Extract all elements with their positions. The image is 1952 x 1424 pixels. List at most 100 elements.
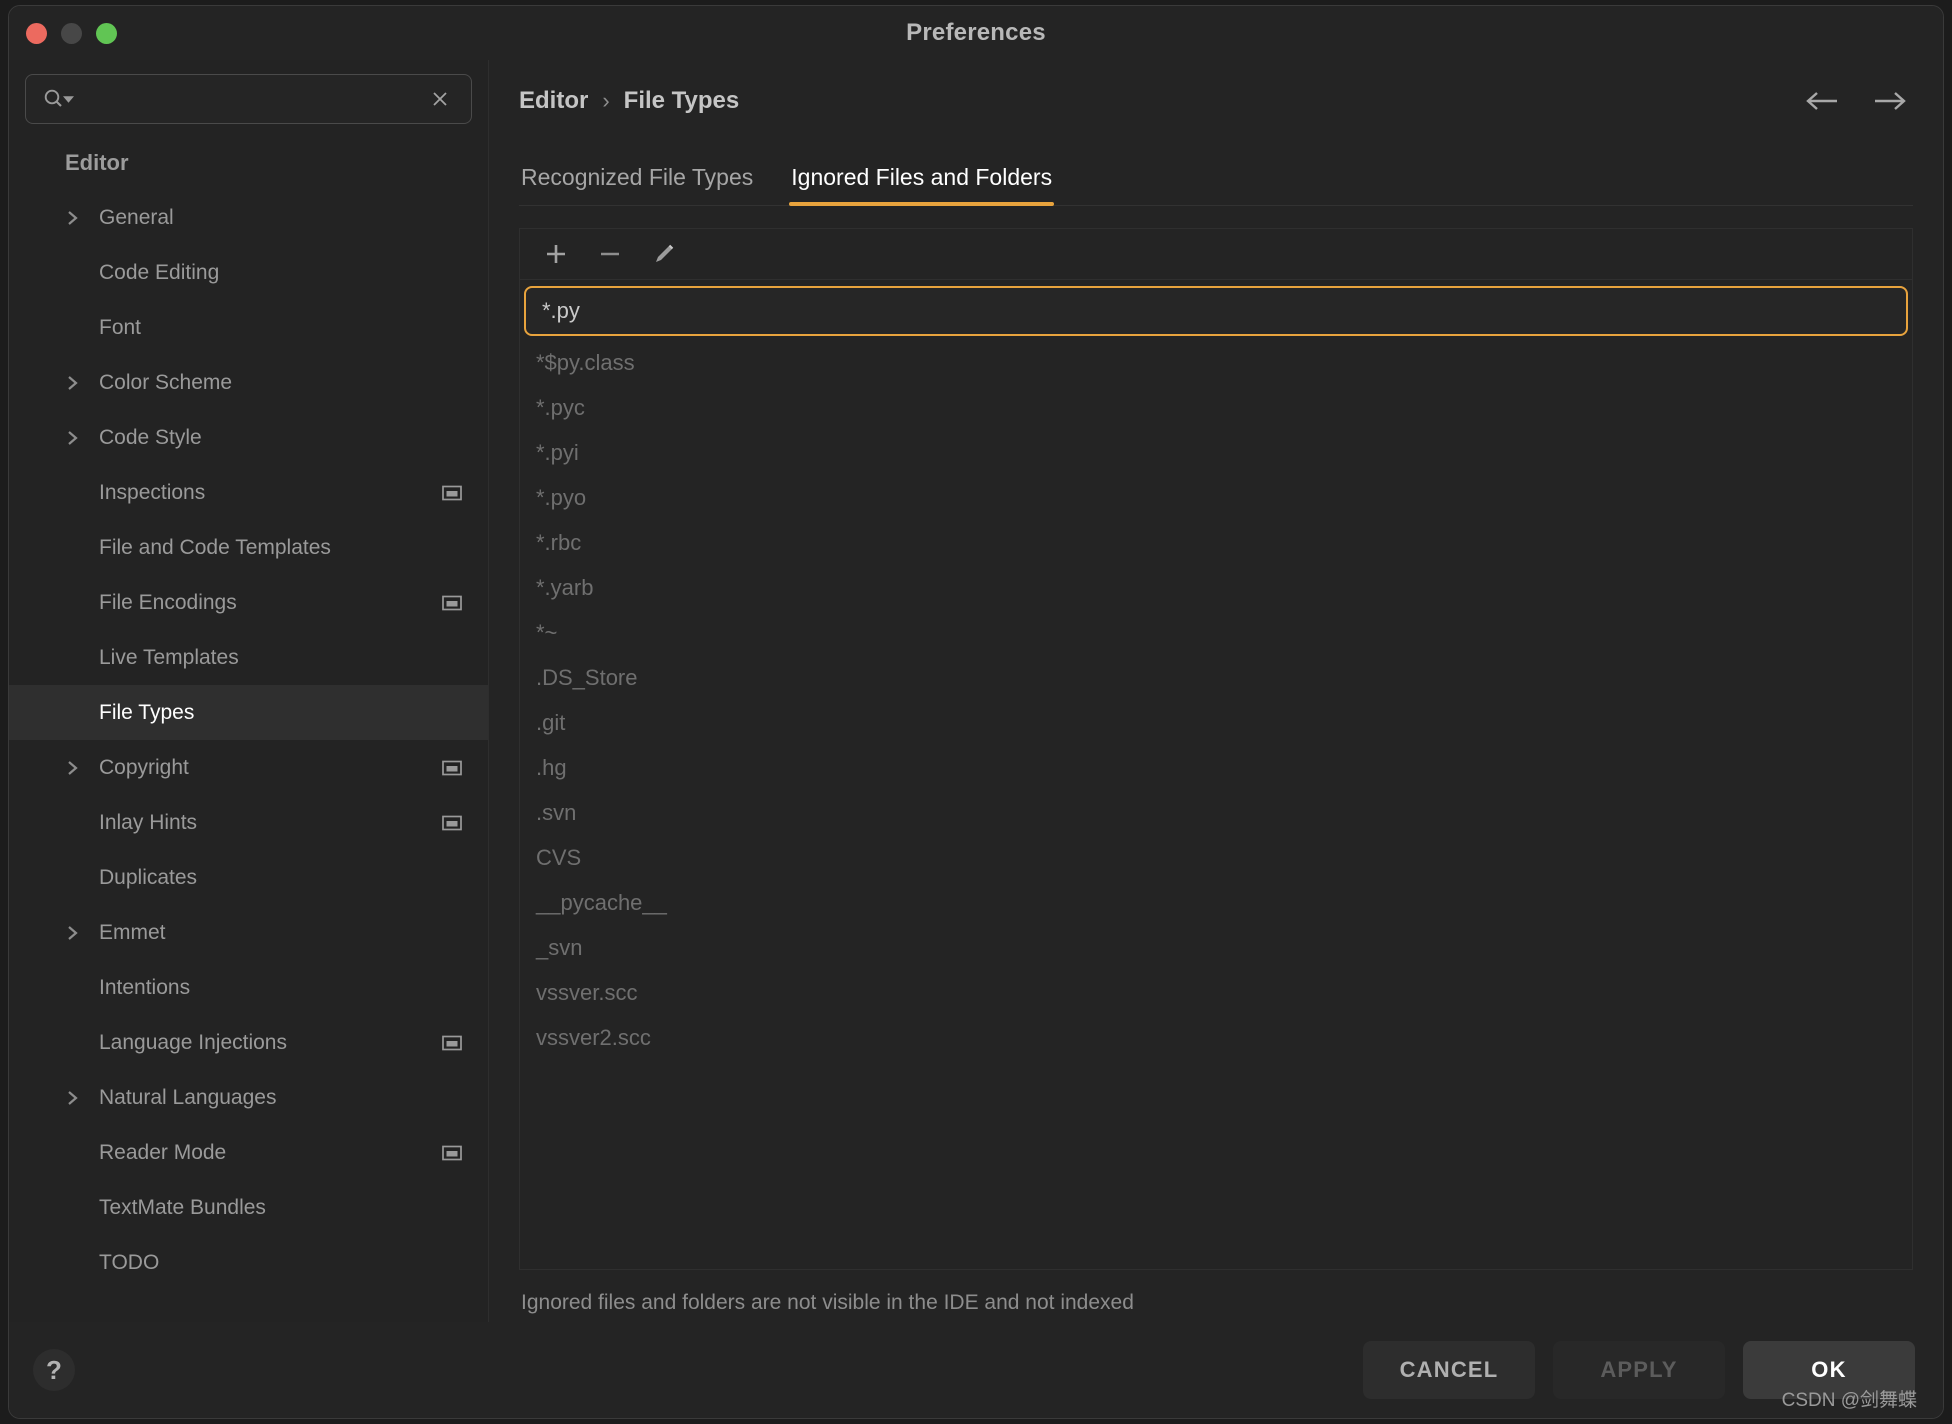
tab-ignored-files-and-folders[interactable]: Ignored Files and Folders [789, 164, 1054, 205]
sidebar-item-file-types[interactable]: File Types [9, 685, 488, 740]
sidebar-item-label: Copyright [99, 756, 442, 780]
sidebar-item-intentions[interactable]: Intentions [9, 960, 488, 1015]
arrow-left-icon[interactable] [1803, 88, 1843, 114]
list-item[interactable]: *~ [520, 610, 1912, 655]
list-item[interactable]: *.rbc [520, 520, 1912, 565]
list-item[interactable]: _svn [520, 925, 1912, 970]
sidebar-item-label: Live Templates [99, 646, 462, 670]
tab-recognized-file-types[interactable]: Recognized File Types [519, 164, 755, 205]
ignored-pattern-edit-field[interactable] [524, 286, 1908, 336]
sidebar-item-label: Color Scheme [99, 371, 462, 395]
sidebar-item-code-editing[interactable]: Code Editing [9, 245, 488, 300]
project-scope-icon [442, 1035, 462, 1051]
sidebar-item-label: TextMate Bundles [99, 1196, 462, 1220]
list-item[interactable]: .hg [520, 745, 1912, 790]
chevron-right-icon: › [602, 88, 609, 114]
title-bar: Preferences [9, 6, 1943, 60]
project-scope-icon [442, 760, 462, 776]
search-input[interactable] [74, 88, 425, 110]
chevron-right-icon[interactable] [65, 428, 99, 448]
tab-bar: Recognized File Types Ignored Files and F… [519, 144, 1913, 206]
sidebar-item-label: Code Style [99, 426, 462, 450]
breadcrumb-root[interactable]: Editor [519, 87, 588, 115]
breadcrumb: Editor › File Types [519, 87, 739, 115]
apply-button: APPLY [1553, 1341, 1725, 1399]
list-item[interactable]: *$py.class [520, 340, 1912, 385]
project-scope-icon [442, 485, 462, 501]
sidebar-item-color-scheme[interactable]: Color Scheme [9, 355, 488, 410]
ignored-item-rows: *$py.class*.pyc*.pyi*.pyo*.rbc*.yarb*~.D… [520, 340, 1912, 1060]
sidebar-item-label: Emmet [99, 921, 462, 945]
ignored-list-body[interactable]: *$py.class*.pyc*.pyi*.pyo*.rbc*.yarb*~.D… [520, 280, 1912, 1269]
chevron-right-icon[interactable] [65, 758, 99, 778]
sidebar-item-language-injections[interactable]: Language Injections [9, 1015, 488, 1070]
chevron-right-icon[interactable] [65, 1088, 99, 1108]
sidebar-item-natural-languages[interactable]: Natural Languages [9, 1070, 488, 1125]
sidebar-item-code-style[interactable]: Code Style [9, 410, 488, 465]
project-scope-icon [442, 1145, 462, 1161]
list-hint: Ignored files and folders are not visibl… [519, 1270, 1913, 1322]
window-title: Preferences [9, 6, 1943, 60]
arrow-right-icon[interactable] [1869, 88, 1909, 114]
sidebar-item-textmate-bundles[interactable]: TextMate Bundles [9, 1180, 488, 1235]
list-item[interactable]: .svn [520, 790, 1912, 835]
pencil-icon[interactable] [642, 234, 686, 274]
sidebar-item-general[interactable]: General [9, 190, 488, 245]
list-item[interactable]: .DS_Store [520, 655, 1912, 700]
sidebar-item-emmet[interactable]: Emmet [9, 905, 488, 960]
plus-icon[interactable] [534, 234, 578, 274]
main-panel: Editor › File Types [489, 60, 1943, 1322]
search-field[interactable] [25, 74, 472, 124]
list-item[interactable]: vssver2.scc [520, 1015, 1912, 1060]
sidebar-item-label: TODO [99, 1251, 462, 1275]
list-item[interactable]: .git [520, 700, 1912, 745]
sidebar-item-label: File and Code Templates [99, 536, 462, 560]
project-scope-icon [442, 595, 462, 611]
list-item[interactable]: *.pyi [520, 430, 1912, 475]
window-body: Editor General Code Editing Font Color Sche… [9, 60, 1943, 1322]
sidebar-item-label: Code Editing [99, 261, 462, 285]
sidebar-item-file-encodings[interactable]: File Encodings [9, 575, 488, 630]
list-item[interactable]: CVS [520, 835, 1912, 880]
list-item[interactable]: *.yarb [520, 565, 1912, 610]
sidebar-item-label: File Types [99, 701, 462, 725]
sidebar-item-label: Duplicates [99, 866, 462, 890]
list-item[interactable]: *.pyo [520, 475, 1912, 520]
breadcrumb-current: File Types [624, 87, 740, 115]
help-button[interactable]: ? [33, 1349, 75, 1391]
chevron-right-icon[interactable] [65, 373, 99, 393]
sidebar-item-label: General [99, 206, 462, 230]
preferences-window: Preferences [8, 5, 1944, 1419]
sidebar-item-font[interactable]: Font [9, 300, 488, 355]
ignored-pattern-input[interactable] [542, 298, 1890, 324]
list-item[interactable]: __pycache__ [520, 880, 1912, 925]
sidebar-scroll-area[interactable]: Editor General Code Editing Font Color Sche… [9, 130, 488, 1322]
settings-sidebar: Editor General Code Editing Font Color Sche… [9, 60, 489, 1322]
sidebar-item-live-templates[interactable]: Live Templates [9, 630, 488, 685]
sidebar-item-label: Inspections [99, 481, 442, 505]
sidebar-item-label: Reader Mode [99, 1141, 442, 1165]
search-container [9, 60, 488, 130]
list-item[interactable]: vssver.scc [520, 970, 1912, 1015]
sidebar-nav-list: General Code Editing Font Color Scheme Code … [9, 190, 488, 1290]
chevron-right-icon[interactable] [65, 208, 99, 228]
clear-search-icon[interactable] [425, 86, 455, 112]
sidebar-item-inspections[interactable]: Inspections [9, 465, 488, 520]
breadcrumb-row: Editor › File Types [519, 60, 1913, 128]
sidebar-item-duplicates[interactable]: Duplicates [9, 850, 488, 905]
minus-icon[interactable] [588, 234, 632, 274]
sidebar-item-copyright[interactable]: Copyright [9, 740, 488, 795]
sidebar-item-file-and-code-templates[interactable]: File and Code Templates [9, 520, 488, 575]
cancel-button[interactable]: CANCEL [1363, 1341, 1535, 1399]
sidebar-item-reader-mode[interactable]: Reader Mode [9, 1125, 488, 1180]
sidebar-item-todo[interactable]: TODO [9, 1235, 488, 1290]
sidebar-group-title: Editor [9, 140, 488, 190]
list-item[interactable]: *.pyc [520, 385, 1912, 430]
sidebar-item-label: Intentions [99, 976, 462, 1000]
chevron-right-icon[interactable] [65, 923, 99, 943]
chevron-down-icon[interactable] [63, 94, 74, 105]
sidebar-item-label: Natural Languages [99, 1086, 462, 1110]
sidebar-item-label: Language Injections [99, 1031, 442, 1055]
list-toolbar [520, 228, 1912, 280]
sidebar-item-inlay-hints[interactable]: Inlay Hints [9, 795, 488, 850]
